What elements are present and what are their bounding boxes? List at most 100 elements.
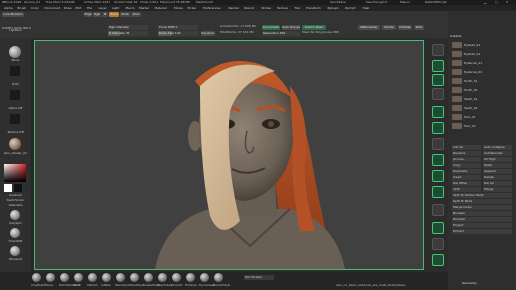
main-color-swatch[interactable] (4, 184, 12, 192)
alpha-icon[interactable] (10, 90, 20, 100)
menu-zplugin[interactable]: Zplugin (328, 6, 339, 10)
subtool-item[interactable]: Tooth_01 (452, 77, 514, 85)
brush-smooth-icon[interactable] (172, 273, 181, 282)
subtool-split-to-parts-button[interactable]: Split To Parts (452, 199, 512, 204)
subtool-merge-down-button[interactable]: Merge Down (452, 205, 512, 210)
brush-movetopo-icon[interactable] (130, 273, 139, 282)
brush-damstandard-icon[interactable] (60, 273, 69, 282)
subtool-del-other-button[interactable]: Del Other (452, 181, 481, 186)
zadd-button[interactable]: Zadd (109, 12, 119, 17)
current-brush-icon[interactable] (9, 46, 21, 58)
subtool-autoreorder-button[interactable]: AutoReorder (483, 151, 512, 156)
rgb-intensity-slider[interactable]: Rgb Intensity (108, 25, 148, 30)
rgb-button[interactable]: Rgb (93, 12, 101, 17)
brush-snakehook-icon[interactable] (144, 273, 153, 282)
menu-help[interactable]: Help (363, 6, 370, 10)
menu-layer[interactable]: Layer (99, 6, 107, 10)
smooth-brush-icon[interactable] (10, 228, 20, 238)
dynamesh-button[interactable]: Dynamesh (262, 25, 280, 30)
subtool-item[interactable]: Teeth_01 (452, 95, 514, 103)
zremesher-button[interactable]: ZRemesher (358, 25, 380, 30)
window-minimize-icon[interactable]: ▁ (484, 1, 486, 4)
draw-size-slider[interactable]: Draw Size 104 (158, 31, 198, 36)
menu-zscript[interactable]: Zscript (345, 6, 355, 10)
persp-icon[interactable] (432, 106, 444, 118)
subtool-delete-button[interactable]: Delete (483, 175, 512, 180)
menu-draw[interactable]: Draw (64, 6, 72, 10)
subtool-append-button[interactable]: Append (483, 169, 512, 174)
menus-toggle[interactable]: Menus (400, 1, 410, 4)
menu-document[interactable]: Document (45, 6, 61, 10)
bpr-icon[interactable] (432, 44, 444, 56)
texture-icon[interactable] (10, 114, 20, 124)
menu-material[interactable]: Material (155, 6, 167, 10)
menu-stroke[interactable]: Stroke (262, 6, 272, 10)
menu-movie[interactable]: Movie (174, 6, 183, 10)
brush-pinch-icon[interactable] (74, 273, 83, 282)
solo-icon[interactable] (432, 238, 444, 250)
subtool-extract-button[interactable]: Extract (452, 229, 512, 234)
zcut-button[interactable]: Zcut (131, 12, 141, 17)
subtool-item[interactable]: Hair_01 (452, 113, 514, 121)
menu-stencil[interactable]: Stencil (244, 6, 254, 10)
default-zscript-button[interactable]: DefaultZScript (425, 1, 447, 4)
menu-file[interactable]: File (87, 6, 92, 10)
gradient-label[interactable]: Gradient (3, 194, 28, 197)
live-boolean-button[interactable]: Live Boolean (2, 12, 24, 17)
subtool-item[interactable]: Eyebrow_02 (452, 68, 514, 76)
geometry-header[interactable]: Geometry (462, 282, 477, 285)
brush-trimdyn-icon[interactable] (186, 273, 195, 282)
subtool-item[interactable]: Tooth_02 (452, 86, 514, 94)
move-icon[interactable] (432, 170, 444, 182)
subtool-paste-button[interactable]: Paste (483, 163, 512, 168)
subtool-del-all-button[interactable]: Del All (483, 181, 512, 186)
brush-standard-icon[interactable] (116, 273, 125, 282)
brush-claytubes-icon[interactable] (158, 273, 167, 282)
color-picker[interactable] (4, 164, 26, 182)
subtool-item[interactable]: Eyeball_02 (452, 50, 514, 58)
divide-button[interactable]: Divide (382, 25, 396, 30)
claybuild-brush-icon[interactable] (10, 210, 20, 220)
subtool-boolean-button[interactable]: Boolean (452, 211, 512, 216)
menu-preferences[interactable]: Preferences (203, 6, 221, 10)
subtool-remesh-button[interactable]: Remesh (452, 217, 512, 222)
menu-macro[interactable]: Macro (126, 6, 135, 10)
menu-render[interactable]: Render (229, 6, 240, 10)
subtool-item[interactable]: Eyeball_01 (452, 41, 514, 49)
subtool-item[interactable]: Eyebrow_01 (452, 59, 514, 67)
menu-picker[interactable]: Picker (188, 6, 197, 10)
transp-icon[interactable] (432, 222, 444, 234)
window-close-icon[interactable]: ✕ (506, 1, 509, 4)
menu-marker[interactable]: Marker (139, 6, 149, 10)
secondary-color-swatch[interactable] (14, 184, 22, 192)
subtool-duplicate-button[interactable]: Duplicate (452, 169, 481, 174)
subtool-merge-button[interactable]: Merge (483, 187, 512, 192)
brush-inflate-icon[interactable] (102, 273, 111, 282)
actual-icon[interactable] (432, 88, 444, 100)
subtool-copy-button[interactable]: Copy (452, 163, 481, 168)
menu-brush[interactable]: Brush (18, 6, 27, 10)
subtool-rename-button[interactable]: Rename (452, 151, 481, 156)
subtool-item[interactable]: Teeth_02 (452, 104, 514, 112)
stroke-dots-icon[interactable] (10, 66, 20, 76)
see-through-slider[interactable]: See-through 0 (366, 1, 387, 4)
menu-color[interactable]: Color (31, 6, 39, 10)
menu-tool[interactable]: Tool (295, 6, 301, 10)
menu-alpha[interactable]: Alpha (4, 6, 13, 10)
mrgb-button[interactable]: Mrgb (84, 12, 92, 17)
movecut-brush-icon[interactable] (10, 246, 20, 256)
subtool-split-to-similar-parts-button[interactable]: Split To Similar Parts (452, 193, 512, 198)
material-sphere-icon[interactable] (9, 138, 21, 150)
xpose-icon[interactable] (432, 254, 444, 266)
brush-dynamesh-icon[interactable] (200, 273, 209, 282)
quicksave-button[interactable]: QuickSave (330, 1, 346, 4)
subtool-auto-collapse-button[interactable]: Auto Collapse (483, 145, 512, 150)
subtool-all-high-button[interactable]: All High (483, 157, 512, 162)
frame-icon[interactable] (432, 154, 444, 166)
scroll-icon[interactable] (432, 60, 444, 72)
zsub-button[interactable]: Zsub (120, 12, 130, 17)
dynamic-button[interactable]: Dynamic (201, 31, 215, 36)
focal-shift-slider[interactable]: Focal Shift 0 (158, 25, 198, 30)
brush-move-icon[interactable] (46, 273, 55, 282)
subtool-insert-button[interactable]: Insert (452, 175, 481, 180)
